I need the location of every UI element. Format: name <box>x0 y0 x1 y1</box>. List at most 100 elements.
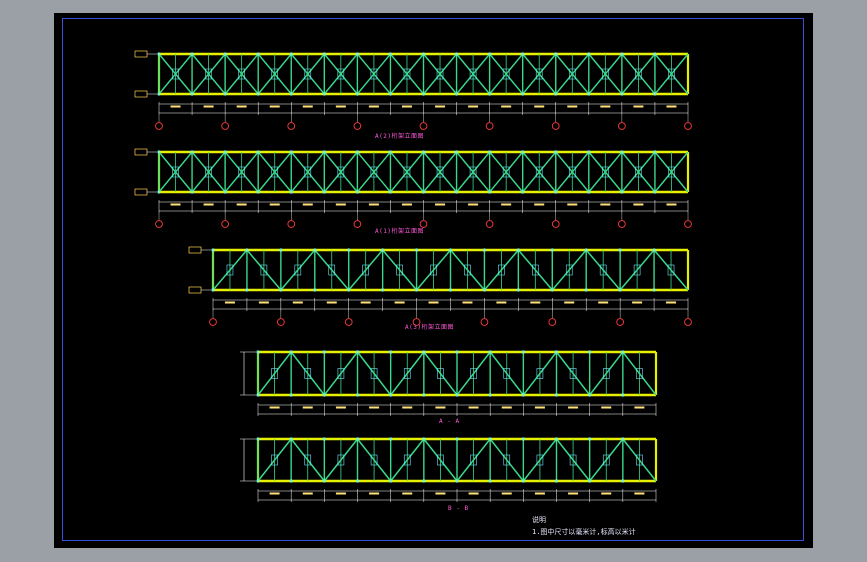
dimension-text <box>666 203 677 206</box>
dimension-text <box>568 492 579 495</box>
joint-node <box>488 350 492 354</box>
joint-node <box>256 52 260 56</box>
grid-bubble <box>684 122 692 130</box>
dimension-text <box>435 492 446 495</box>
joint-node <box>388 92 393 96</box>
joint-node <box>389 437 393 441</box>
joint-node <box>322 190 326 194</box>
dimension-text <box>462 301 473 304</box>
joint-node <box>652 248 656 252</box>
joint-node <box>223 190 227 194</box>
joint-node <box>621 350 625 354</box>
dimension-text <box>335 203 346 206</box>
joint-node <box>421 92 426 96</box>
dimension-text <box>634 492 645 495</box>
joint-node <box>587 190 591 194</box>
joint-node <box>381 288 385 292</box>
joint-node <box>554 393 559 397</box>
joint-node <box>653 52 657 56</box>
joint-node <box>322 150 326 154</box>
elevation-marker <box>188 246 202 254</box>
joint-node <box>587 52 591 56</box>
dimension-text <box>564 301 575 304</box>
joint-node <box>223 52 227 56</box>
elevation-marker <box>134 90 148 98</box>
joint-node <box>488 190 492 194</box>
dimension-text <box>269 105 280 108</box>
dimension-text <box>170 203 181 206</box>
dimension-text <box>394 301 405 304</box>
dimension-text <box>302 406 313 409</box>
joint-node <box>355 350 360 354</box>
dimension-text <box>530 301 541 304</box>
joint-node <box>618 248 622 252</box>
joint-node <box>554 190 558 194</box>
joint-node <box>389 479 393 483</box>
joint-node <box>455 479 459 483</box>
joint-node <box>223 150 227 154</box>
truss-drawing-canvas <box>134 50 692 502</box>
joint-node <box>223 92 227 96</box>
joint-node <box>421 150 426 154</box>
joint-node <box>388 52 393 56</box>
joint-node <box>422 479 426 483</box>
dimension-text <box>401 203 412 206</box>
joint-node <box>289 393 293 397</box>
grid-bubble <box>616 318 624 326</box>
joint-node <box>190 92 194 96</box>
joint-node <box>347 288 351 292</box>
joint-node <box>554 437 559 441</box>
joint-node <box>421 52 426 56</box>
elevation-marker <box>134 188 148 196</box>
grid-bubble <box>548 318 557 326</box>
joint-node <box>289 437 293 441</box>
joint-node <box>554 479 559 483</box>
dimension-text <box>501 406 512 409</box>
joint-node <box>389 393 393 397</box>
dimension-text <box>468 203 479 206</box>
joint-node <box>488 393 492 397</box>
joint-node <box>554 350 559 354</box>
dimension-text <box>292 301 303 304</box>
joint-node <box>584 248 588 252</box>
joint-node <box>355 52 359 56</box>
grid-bubble <box>353 122 362 130</box>
joint-node <box>620 190 624 194</box>
dimension-text <box>236 203 247 206</box>
joint-node <box>587 150 591 154</box>
joint-node <box>322 437 326 441</box>
joint-node <box>587 92 591 96</box>
joint-node <box>550 288 554 292</box>
joint-node <box>621 479 625 483</box>
joint-node <box>521 150 525 154</box>
joint-node <box>322 52 326 56</box>
joint-node <box>355 150 359 154</box>
joint-node <box>421 190 426 194</box>
joint-node <box>355 393 360 397</box>
dimension-text <box>402 406 413 409</box>
grid-bubble <box>684 220 692 228</box>
joint-node <box>588 393 592 397</box>
joint-node <box>488 437 492 441</box>
joint-node <box>157 150 161 154</box>
joint-node <box>388 150 393 154</box>
joint-node <box>347 248 351 252</box>
joint-node <box>322 92 326 96</box>
truss-elevation-2 <box>134 148 692 228</box>
joint-node <box>157 92 161 96</box>
joint-node <box>289 350 293 354</box>
dimension-text <box>435 203 446 206</box>
dimension-text <box>598 301 609 304</box>
joint-node <box>584 288 588 292</box>
dimension-text <box>302 203 313 206</box>
grid-bubble <box>551 220 560 228</box>
joint-node <box>256 437 260 441</box>
joint-node <box>289 52 293 56</box>
joint-node <box>620 52 624 56</box>
joint-node <box>313 288 317 292</box>
joint-node <box>488 92 492 96</box>
joint-node <box>256 150 260 154</box>
joint-node <box>482 248 487 252</box>
joint-node <box>653 92 657 96</box>
dimension-text <box>224 301 235 304</box>
